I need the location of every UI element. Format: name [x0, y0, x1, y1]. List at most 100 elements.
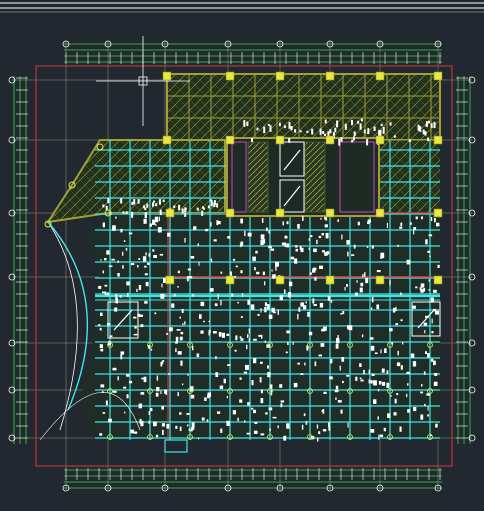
annotation-mark: [298, 307, 301, 312]
annotation-mark: [386, 382, 390, 388]
annotation-mark: [143, 376, 147, 383]
annotation-mark: [176, 329, 181, 331]
annotation-mark: [295, 248, 298, 252]
annotation-mark: [344, 287, 346, 291]
annotation-mark: [419, 287, 422, 291]
annotation-mark: [140, 392, 145, 395]
annotation-mark: [295, 245, 298, 248]
annotation-mark: [226, 420, 230, 426]
annotation-mark: [407, 409, 410, 413]
annotation-mark: [279, 384, 283, 388]
annotation-mark: [268, 230, 270, 234]
annotation-mark: [402, 342, 404, 345]
annotation-mark: [325, 232, 329, 239]
annotation-mark: [337, 219, 339, 222]
annotation-mark: [115, 216, 117, 219]
annotation-mark: [206, 419, 209, 422]
annotation-mark: [260, 234, 265, 240]
annotation-mark: [213, 200, 216, 205]
annotation-mark: [273, 311, 276, 314]
annotation-mark: [237, 301, 239, 304]
annotation-mark: [133, 333, 138, 336]
annotation-mark: [306, 130, 309, 133]
annotation-mark: [288, 138, 291, 143]
annotation-mark: [294, 258, 298, 264]
annotation-mark: [175, 425, 178, 429]
annotation-mark: [278, 122, 281, 127]
annotation-mark: [368, 379, 370, 384]
annotation-mark: [131, 201, 134, 205]
annotation-mark: [286, 423, 290, 429]
annotation-mark: [158, 216, 160, 222]
annotation-mark: [424, 330, 426, 334]
annotation-mark: [123, 386, 127, 389]
annotation-mark: [99, 327, 102, 331]
annotation-mark: [247, 232, 252, 237]
annotation-mark: [357, 120, 360, 124]
slab-top: [166, 73, 441, 141]
annotation-mark: [214, 303, 218, 307]
annotation-mark: [179, 316, 181, 319]
annotation-mark: [431, 318, 433, 324]
annotation-mark: [161, 423, 165, 427]
annotation-mark: [370, 429, 375, 433]
annotation-mark: [351, 119, 353, 126]
annotation-mark: [112, 390, 117, 393]
annotation-mark: [269, 428, 271, 432]
annotation-mark: [153, 421, 157, 427]
annotation-mark: [328, 426, 331, 431]
cad-viewport[interactable]: [0, 0, 484, 511]
annotation-mark: [179, 336, 183, 341]
annotation-mark: [384, 348, 387, 353]
annotation-mark: [122, 265, 124, 269]
column-marker-icon: [375, 275, 385, 285]
annotation-mark: [320, 343, 325, 347]
annotation-mark: [329, 376, 333, 380]
annotation-mark: [215, 372, 219, 377]
annotation-mark: [410, 353, 415, 358]
annotation-mark: [150, 348, 153, 351]
annotation-mark: [213, 239, 217, 242]
annotation-mark: [268, 314, 273, 319]
structural-floor-plan[interactable]: [0, 0, 484, 511]
annotation-mark: [216, 203, 219, 208]
annotation-mark: [99, 433, 103, 436]
annotation-mark: [218, 332, 222, 337]
annotation-mark: [133, 316, 137, 319]
annotation-mark: [309, 272, 312, 275]
annotation-mark: [246, 432, 251, 435]
annotation-mark: [428, 120, 430, 124]
annotation-mark: [173, 293, 176, 297]
annotation-mark: [329, 129, 332, 134]
annotation-mark: [209, 288, 214, 292]
annotation-mark: [286, 221, 289, 225]
annotation-mark: [259, 377, 262, 383]
annotation-mark: [421, 216, 423, 220]
annotation-mark: [232, 410, 236, 415]
annotation-mark: [363, 369, 365, 375]
annotation-mark: [147, 262, 150, 265]
annotation-mark: [322, 429, 327, 432]
annotation-mark: [264, 340, 266, 343]
annotation-mark: [282, 221, 284, 226]
annotation-mark: [427, 353, 430, 358]
annotation-mark: [288, 122, 291, 129]
annotation-mark: [308, 238, 310, 241]
annotation-mark: [292, 341, 294, 345]
annotation-mark: [290, 256, 295, 260]
annotation-mark: [104, 284, 108, 287]
column-marker-icon: [225, 275, 235, 285]
annotation-mark: [380, 123, 383, 127]
annotation-mark: [209, 199, 212, 202]
annotation-mark: [241, 293, 244, 297]
column-marker-icon: [325, 208, 335, 218]
annotation-mark: [308, 247, 310, 250]
annotation-mark: [279, 295, 283, 301]
annotation-mark: [182, 383, 184, 386]
annotation-mark: [420, 391, 423, 394]
annotation-mark: [390, 395, 392, 397]
annotation-mark: [400, 365, 403, 370]
annotation-mark: [314, 361, 317, 367]
annotation-mark: [336, 337, 340, 344]
annotation-mark: [177, 270, 180, 274]
